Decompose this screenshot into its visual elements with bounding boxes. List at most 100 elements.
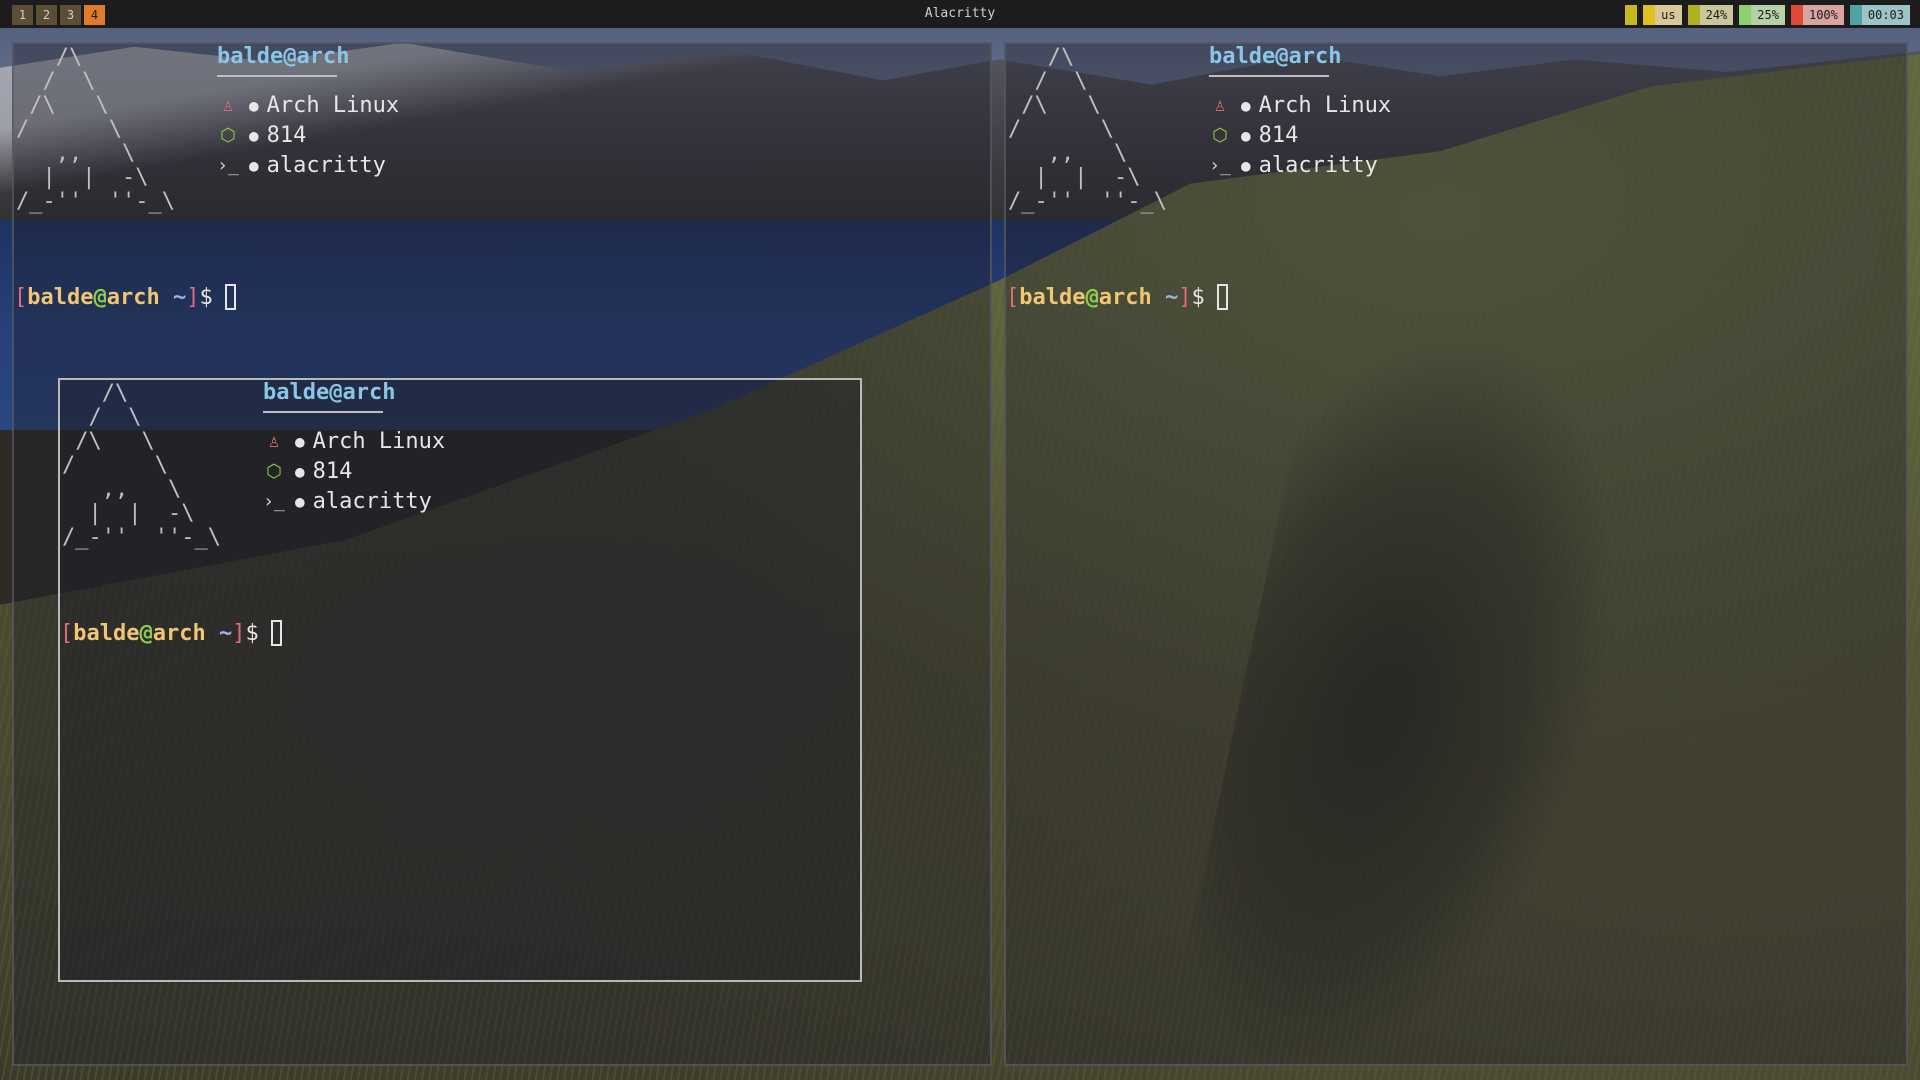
prompt-bracket-close: ] [186,284,200,310]
fetch-packages-value: 814 [312,459,353,484]
indicator-swatch [1625,5,1638,25]
fetch-divider [1209,75,1329,77]
fetch-terminal-row: ›_ ● alacritty [217,151,399,181]
clock-value: 00:03 [1861,5,1910,25]
prompt-symbol: $ [245,620,259,646]
fetch-at: @ [1275,44,1289,69]
fetch-os-row: ♙ ● Arch Linux [263,427,446,457]
fetch-at: @ [283,44,297,69]
memory-usage-value: 25% [1751,5,1785,25]
prompt-host: arch [152,620,206,646]
battery-block: 100% [1790,5,1844,25]
fetch-os-value: Arch Linux [312,429,446,454]
prompt-path: ~ [159,284,187,310]
bullet: ● [1241,126,1251,145]
fetch-hostname: arch [296,44,350,69]
fetch-os-value: Arch Linux [266,93,400,118]
fetch-username: balde [217,44,284,69]
bullet: ● [295,462,305,481]
status-blocks: us 24% 25% 100% 00:03 [1625,5,1910,25]
fetch-info: balde@arch ♙ ● Arch Linux ⬡ ● 814 ›_ ● a… [263,380,445,517]
prompt-path: ~ [205,620,233,646]
terminal-icon: ›_ [263,491,285,512]
status-bar: 1 2 3 4 Alacritty us 24% 25% 100% 00:03 [0,0,1920,28]
bullet: ● [249,96,259,115]
bullet: ● [249,126,259,145]
arch-ascii-art: /\ / \ /\ \ / \ ,, \ | | -\ /_-'' ''-_\ [62,381,221,550]
bullet: ● [1241,156,1251,175]
prompt-bracket-open: [ [14,284,28,310]
fetch-terminal-value: alacritty [312,489,432,514]
arch-ascii-logo: /\ / \ /\ \ / \ ,, \ | | -\ /_-'' ''-_\ [16,46,175,214]
fetch-divider [263,411,383,413]
arch-ascii-logo: /\ / \ /\ \ / \ ,, \ | | -\ /_-'' ''-_\ [1008,46,1167,214]
terminal-window-floating[interactable]: /\ / \ /\ \ / \ ,, \ | | -\ /_-'' ''-_\ … [58,378,862,982]
fetch-user-host: balde@arch [1209,44,1391,69]
prompt-bracket-close: ] [232,620,246,646]
arch-ascii-art: /\ / \ /\ \ / \ ,, \ | | -\ /_-'' ''-_\ [1008,45,1167,214]
bullet: ● [295,432,305,451]
package-icon: ⬡ [266,461,282,482]
keyboard-icon [1643,5,1656,25]
fetch-username: balde [263,380,330,405]
arch-linux-icon: ♙ [1214,95,1226,116]
bullet: ● [249,156,259,175]
fetch-terminal-value: alacritty [1258,153,1378,178]
fetch-os-row: ♙ ● Arch Linux [1209,91,1392,121]
fetch-username: balde [1209,44,1276,69]
prompt-user: balde [27,284,94,310]
fetch-user-host: balde@arch [217,44,399,69]
arch-linux-icon: ♙ [222,95,234,116]
fetch-info: balde@arch ♙ ● Arch Linux ⬡ ● 814 ›_ ● a… [217,44,399,181]
clock-icon [1849,5,1862,25]
terminal-window-right[interactable]: /\ / \ /\ \ / \ ,, \ | | -\ /_-'' ''-_\ … [1004,42,1908,1066]
bullet: ● [1241,96,1251,115]
text-cursor [270,620,282,646]
cpu-block: 24% [1687,5,1734,25]
clock-block: 00:03 [1849,5,1910,25]
memory-block: 25% [1739,5,1785,25]
cpu-icon [1687,5,1700,25]
text-cursor [1216,284,1228,310]
prompt-at: @ [1085,284,1099,310]
arch-linux-icon: ♙ [268,431,280,452]
fetch-terminal-row: ›_ ● alacritty [263,487,445,517]
fetch-os-value: Arch Linux [1258,93,1392,118]
shell-prompt[interactable]: [balde @ arch ~] $ [60,620,282,646]
fetch-packages-value: 814 [266,123,307,148]
fetch-os-row: ♙ ● Arch Linux [217,91,400,121]
prompt-bracket-open: [ [1006,284,1020,310]
keyboard-layout-block: us [1643,5,1682,25]
fetch-user-host: balde@arch [263,380,445,405]
arch-ascii-logo: /\ / \ /\ \ / \ ,, \ | | -\ /_-'' ''-_\ [62,382,221,550]
terminal-icon: ›_ [1209,155,1231,176]
fetch-hostname: arch [1288,44,1342,69]
prompt-host: arch [106,284,160,310]
prompt-at: @ [93,284,107,310]
package-icon: ⬡ [1212,125,1228,146]
fetch-hostname: arch [342,380,396,405]
shell-prompt[interactable]: [balde @ arch ~] $ [1006,284,1228,310]
fetch-divider [217,75,337,77]
terminal-icon: ›_ [217,155,239,176]
prompt-user: balde [1019,284,1086,310]
fetch-at: @ [329,380,343,405]
prompt-path: ~ [1151,284,1179,310]
fetch-packages-row: ⬡ ● 814 [263,457,445,487]
prompt-symbol: $ [199,284,213,310]
cpu-usage-value: 24% [1699,5,1734,25]
fetch-packages-row: ⬡ ● 814 [217,121,399,151]
prompt-user: balde [73,620,140,646]
keyboard-layout-value: us [1655,5,1682,25]
fetch-terminal-value: alacritty [266,153,386,178]
prompt-bracket-open: [ [60,620,74,646]
fetch-info: balde@arch ♙ ● Arch Linux ⬡ ● 814 ›_ ● a… [1209,44,1391,181]
fetch-packages-row: ⬡ ● 814 [1209,121,1391,151]
battery-value: 100% [1802,5,1844,25]
prompt-symbol: $ [1191,284,1205,310]
battery-icon [1790,5,1803,25]
text-cursor [224,284,236,310]
shell-prompt[interactable]: [balde @ arch ~] $ [14,284,236,310]
fetch-terminal-row: ›_ ● alacritty [1209,151,1391,181]
prompt-bracket-close: ] [1178,284,1192,310]
